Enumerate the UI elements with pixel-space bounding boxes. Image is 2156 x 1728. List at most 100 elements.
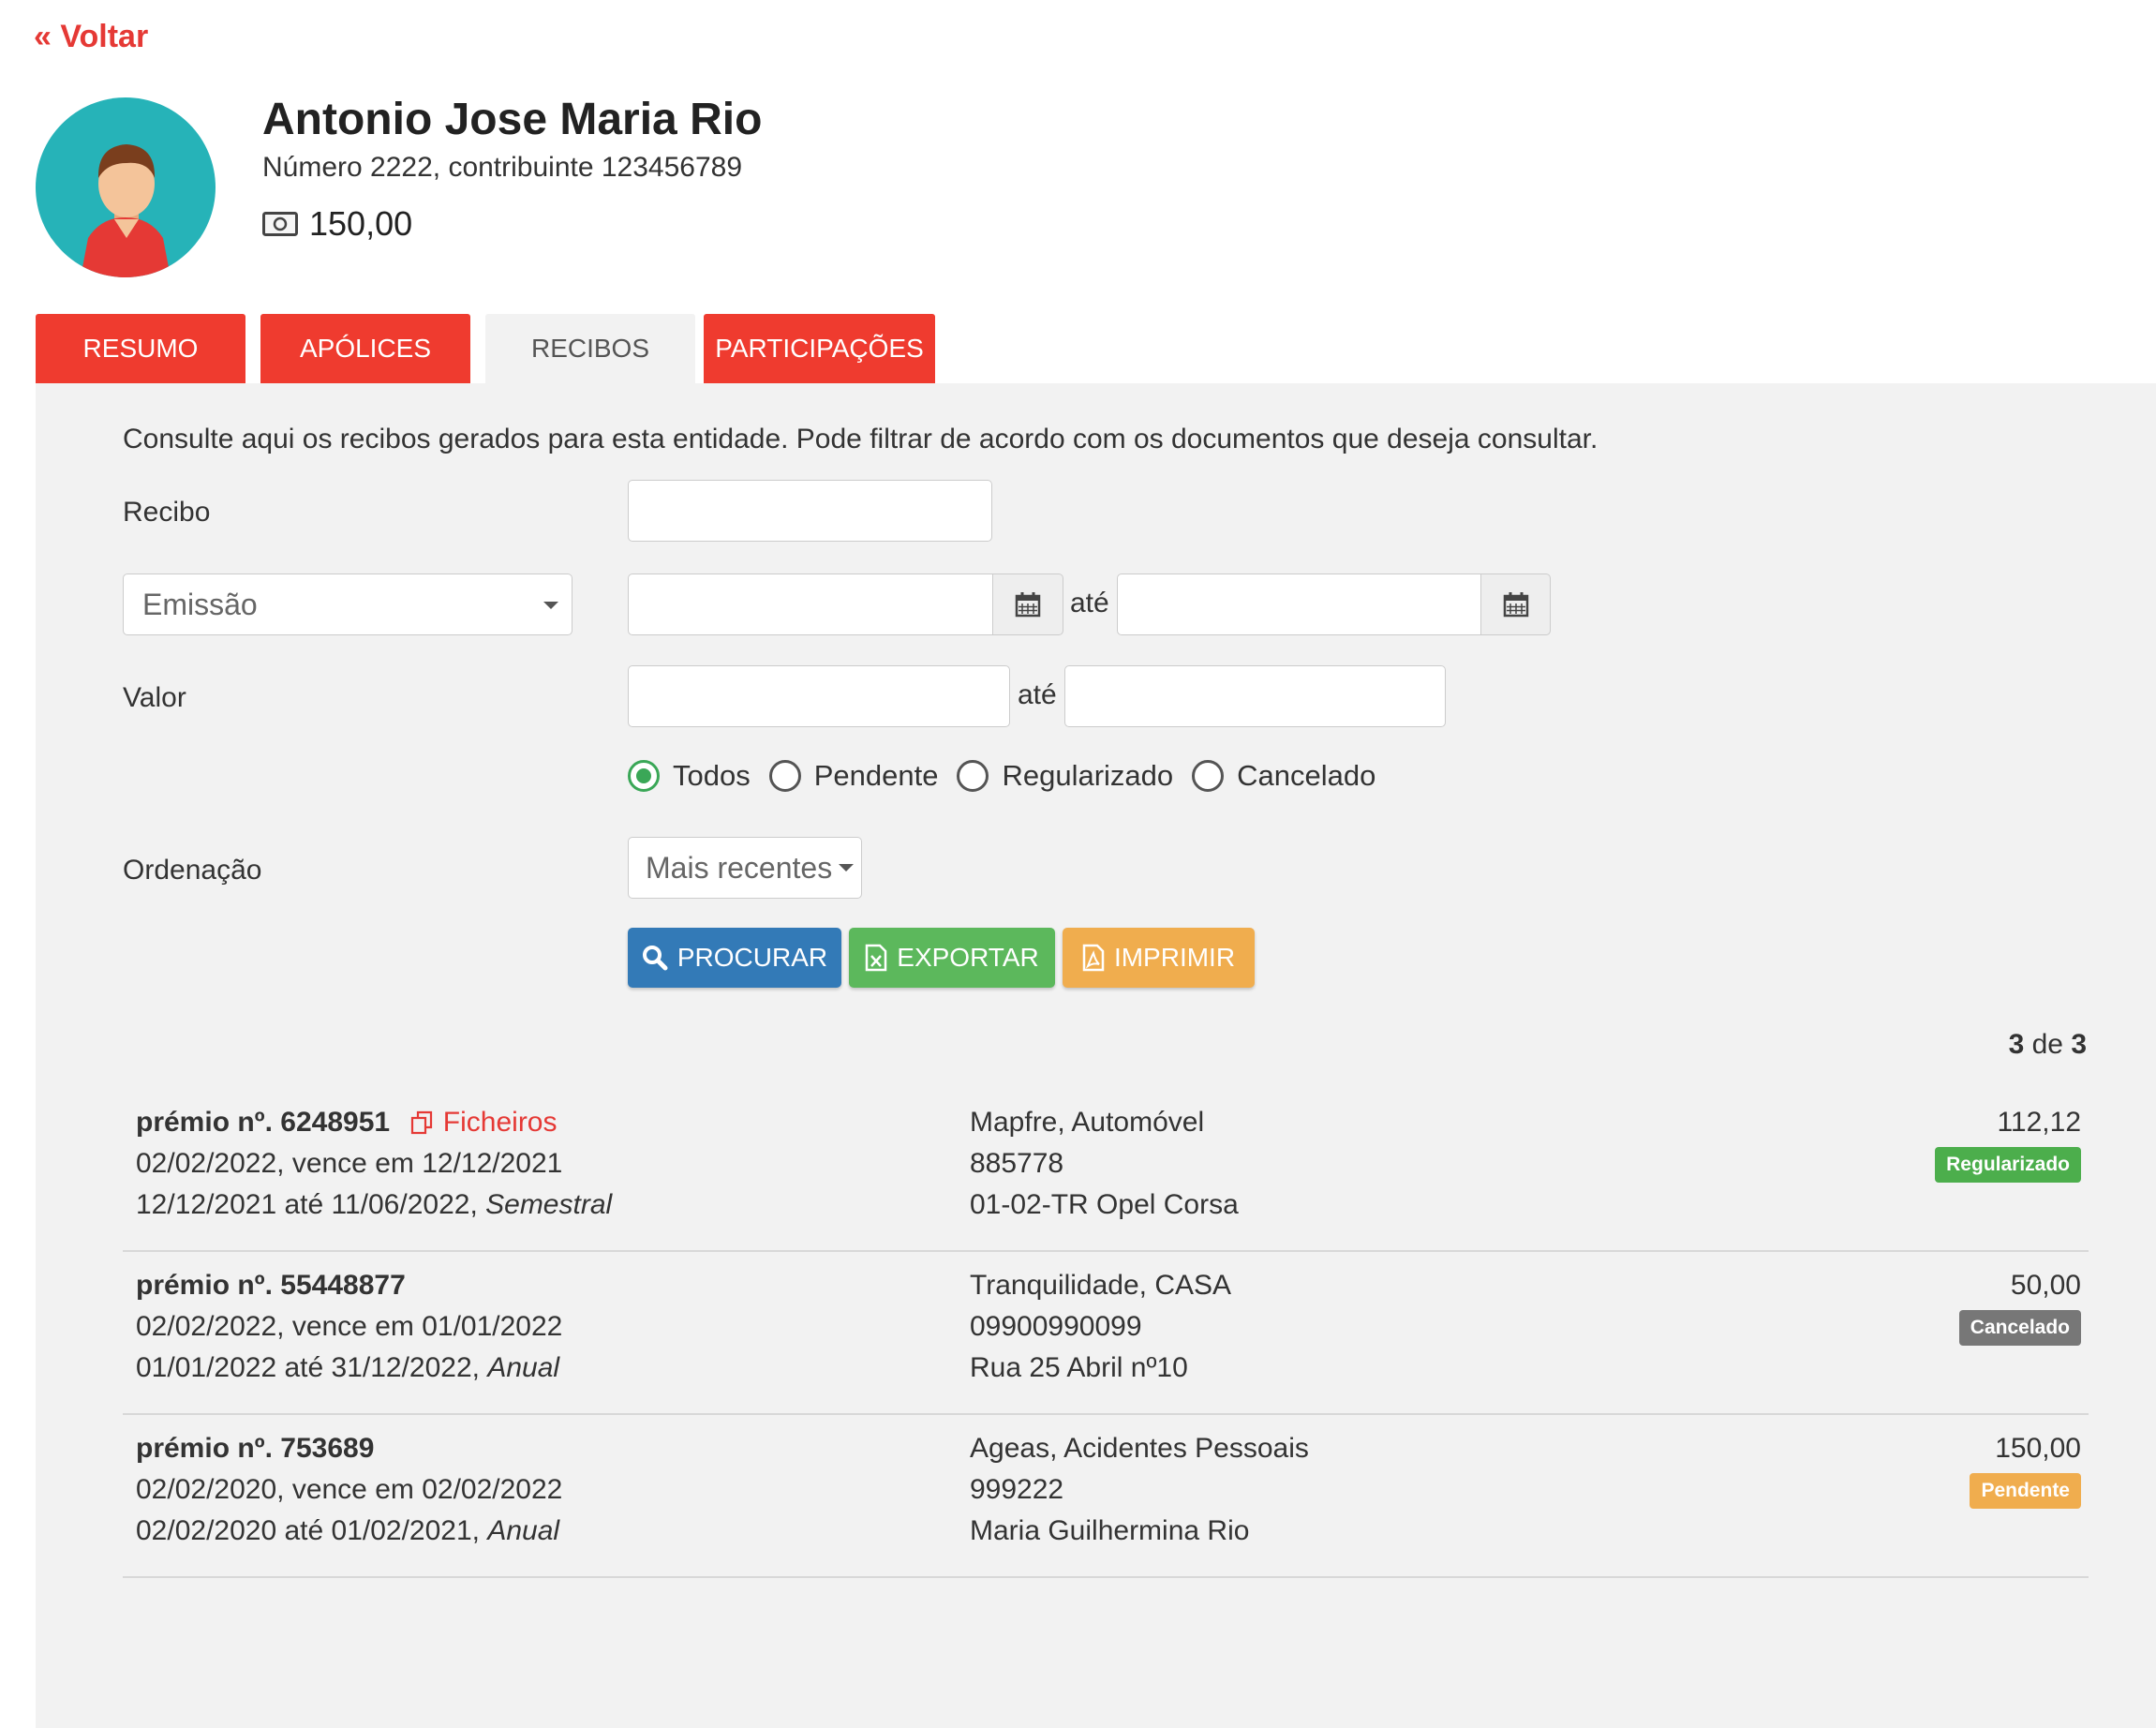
excel-file-icon (866, 944, 887, 972)
receipt-amount: 150,00 (1995, 1433, 2081, 1464)
results-shown: 3 (2008, 1029, 2025, 1060)
results-total: 3 (2071, 1029, 2087, 1060)
policy-number: 999222 (970, 1474, 1064, 1505)
period-frequency: Anual (487, 1515, 560, 1546)
date-from-input[interactable] (628, 574, 993, 635)
radio-label: Cancelado (1237, 759, 1376, 792)
chevron-down-icon (543, 602, 558, 609)
policy-number: 885778 (970, 1148, 1064, 1179)
status-radio-group: Todos Pendente Regularizado Cancelado (628, 759, 1394, 793)
export-button-label: EXPORTAR (897, 943, 1039, 972)
status-badge: Pendente (1970, 1473, 2081, 1509)
insurer: Mapfre, Automóvel (970, 1107, 1205, 1138)
calendar-icon (1015, 592, 1041, 618)
receipt-dates: 02/02/2022, vence em 01/01/2022 (136, 1311, 563, 1342)
radio-label: Todos (673, 759, 751, 792)
receipt-row[interactable]: prémio nº. 55448877 02/02/2022, vence em… (123, 1250, 2089, 1415)
export-button[interactable]: EXPORTAR (849, 928, 1055, 988)
radio-label: Pendente (813, 759, 939, 792)
radio-label: Regularizado (1002, 759, 1174, 792)
date-type-select[interactable]: Emissão (123, 574, 572, 635)
radio-button[interactable] (628, 760, 660, 792)
insurer: Tranquilidade, CASA (970, 1270, 1232, 1301)
receipt-amount: 50,00 (2010, 1270, 2081, 1301)
premio-number: prémio nº. 55448877 (136, 1270, 406, 1301)
date-to-calendar-button[interactable] (1480, 574, 1551, 635)
receipt-dates: 02/02/2020, vence em 02/02/2022 (136, 1474, 563, 1505)
search-button-label: PROCURAR (677, 943, 828, 972)
date-range-separator: até (1070, 588, 1109, 618)
results-count: 3 de 3 (2009, 1029, 2087, 1061)
tab-apolices[interactable]: APÓLICES (260, 314, 470, 383)
premio-number: prémio nº. 753689 (136, 1433, 375, 1464)
profile-balance: 150,00 (262, 204, 412, 244)
profile-details: Número 2222, contribuinte 123456789 (262, 152, 743, 183)
receipt-dates: 02/02/2022, vence em 12/12/2021 (136, 1148, 563, 1179)
policy-info: Mapfre, Automóvel 885778 01-02-TR Opel C… (970, 1102, 1239, 1226)
policy-number: 09900990099 (970, 1311, 1142, 1342)
period-frequency: Semestral (485, 1189, 613, 1220)
radio-regularizado[interactable]: Regularizado (957, 759, 1173, 793)
recibo-input[interactable] (628, 480, 992, 542)
insured-object: 01-02-TR Opel Corsa (970, 1189, 1239, 1220)
ordenacao-selected: Mais recentes (646, 850, 833, 885)
files-label: Ficheiros (442, 1107, 558, 1138)
receipt-info: prémio nº. 55448877 02/02/2022, vence em… (136, 1265, 562, 1389)
policy-info: Tranquilidade, CASA 09900990099 Rua 25 A… (970, 1265, 1231, 1389)
status-badge: Cancelado (1958, 1310, 2081, 1346)
tab-resumo[interactable]: RESUMO (36, 314, 245, 383)
receipt-info: prémio nº. 753689 02/02/2020, vence em 0… (136, 1428, 562, 1552)
policy-info: Ageas, Acidentes Pessoais 999222 Maria G… (970, 1428, 1309, 1552)
valor-from-input[interactable] (628, 665, 1010, 727)
period-dates: 02/02/2020 até 01/02/2021, (136, 1515, 488, 1546)
receipt-amount: 112,12 (1997, 1107, 2081, 1138)
tab-recibos[interactable]: RECIBOS (485, 314, 695, 383)
date-to-input[interactable] (1117, 574, 1481, 635)
period-frequency: Anual (487, 1352, 560, 1383)
radio-cancelado[interactable]: Cancelado (1192, 759, 1375, 793)
print-button-label: IMPRIMIR (1113, 943, 1236, 972)
radio-button[interactable] (957, 760, 989, 792)
radio-pendente[interactable]: Pendente (768, 759, 939, 793)
ordenacao-select[interactable]: Mais recentes (628, 837, 862, 899)
radio-todos[interactable]: Todos (628, 759, 751, 793)
period-dates: 12/12/2021 até 11/06/2022, (136, 1189, 486, 1220)
user-avatar-icon (81, 144, 171, 277)
radio-button[interactable] (1192, 760, 1225, 792)
intro-text: Consulte aqui os recibos gerados para es… (123, 424, 1598, 454)
valor-label: Valor (123, 682, 186, 713)
receipt-period: 12/12/2021 até 11/06/2022, Semestral (136, 1184, 612, 1226)
status-badge: Regularizado (1935, 1147, 2081, 1183)
print-button[interactable]: IMPRIMIR (1063, 928, 1255, 988)
period-dates: 01/01/2022 até 31/12/2022, (136, 1352, 488, 1383)
premio-number: prémio nº. 6248951 (136, 1107, 391, 1138)
receipt-period: 01/01/2022 até 31/12/2022, Anual (136, 1348, 562, 1389)
radio-button[interactable] (768, 760, 801, 792)
money-icon (262, 212, 298, 236)
balance-value: 150,00 (309, 204, 413, 243)
recibo-label: Recibo (123, 497, 211, 528)
receipt-row[interactable]: prémio nº. 753689 02/02/2020, vence em 0… (123, 1413, 2089, 1578)
avatar (36, 97, 216, 277)
receipt-row[interactable]: prémio nº. 6248951 Ficheiros 02/02/2022,… (123, 1087, 2089, 1252)
copy-files-icon (411, 1110, 433, 1135)
calendar-icon (1503, 592, 1528, 618)
search-button[interactable]: PROCURAR (628, 928, 841, 988)
insurer: Ageas, Acidentes Pessoais (970, 1433, 1309, 1464)
results-of: de (2031, 1029, 2063, 1060)
files-link[interactable]: Ficheiros (410, 1107, 558, 1138)
date-from-calendar-button[interactable] (992, 574, 1063, 635)
chevron-down-icon (839, 864, 854, 871)
tab-participacoes[interactable]: PARTICIPAÇÕES (704, 314, 935, 383)
pdf-file-icon (1082, 944, 1105, 972)
receipt-info: prémio nº. 6248951 Ficheiros 02/02/2022,… (136, 1102, 612, 1226)
date-type-selected: Emissão (142, 587, 258, 621)
valor-to-input[interactable] (1064, 665, 1446, 727)
search-icon (642, 946, 668, 971)
valor-range-separator: até (1018, 679, 1057, 710)
back-link[interactable]: « Voltar (34, 19, 148, 55)
insured-object: Maria Guilhermina Rio (970, 1515, 1250, 1546)
receipt-period: 02/02/2020 até 01/02/2021, Anual (136, 1511, 562, 1552)
insured-object: Rua 25 Abril nº10 (970, 1352, 1188, 1383)
profile-name: Antonio Jose Maria Rio (262, 95, 763, 144)
